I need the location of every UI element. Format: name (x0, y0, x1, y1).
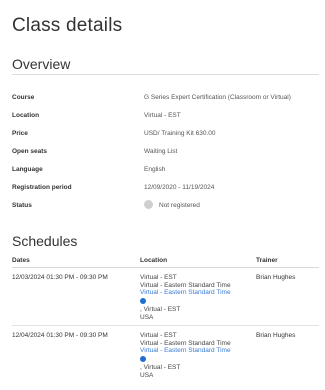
table-header-divider (12, 267, 319, 268)
row-divider (12, 325, 319, 326)
location-value: Virtual - EST (144, 112, 181, 119)
status-label: Status (12, 202, 32, 209)
overview-row-course: Course G Series Expert Certification (Cl… (12, 92, 319, 104)
location-line: , Virtual - EST (140, 364, 181, 371)
status-value: Not registered (159, 202, 200, 209)
language-label: Language (12, 166, 43, 173)
trainer-column-header: Trainer (256, 257, 278, 264)
schedule-dates: 12/04/2024 01:30 PM - 09:30 PM (12, 332, 108, 339)
info-icon[interactable] (140, 355, 146, 362)
page-title: Class details (12, 15, 123, 36)
location-link[interactable]: Virtual - Eastern Standard Time (140, 289, 260, 297)
location-line: Virtual - EST (140, 332, 177, 339)
course-label: Course (12, 94, 35, 101)
status-value-wrap: Not registered (144, 200, 200, 212)
overview-row-open-seats: Open seats Waiting List (12, 146, 319, 158)
registration-period-label: Registration period (12, 184, 72, 191)
schedule-trainer: Brian Hughes (256, 332, 296, 339)
location-column-header: Location (140, 257, 168, 264)
schedule-location: Virtual - EST Virtual - Eastern Standard… (140, 332, 260, 379)
location-line: Virtual - Eastern Standard Time (140, 339, 231, 347)
class-details-page: Class details Overview Course G Series E… (12, 14, 319, 379)
location-line: , Virtual - EST (140, 306, 181, 313)
course-value: G Series Expert Certification (Classroom… (144, 94, 291, 101)
status-circle-icon (144, 200, 153, 210)
registration-period-value: 12/09/2020 - 11/19/2024 (144, 184, 215, 191)
open-seats-label: Open seats (12, 148, 48, 155)
overview-row-language: Language English (12, 164, 319, 176)
overview-heading: Overview (12, 56, 71, 72)
location-link[interactable]: Virtual - Eastern Standard Time (140, 347, 260, 355)
info-icon[interactable] (140, 297, 146, 304)
schedule-dates: 12/03/2024 01:30 PM - 09:30 PM (12, 274, 108, 281)
location-line: Virtual - EST (140, 274, 177, 281)
overview-row-price: Price USD/ Training Kit 630.00 (12, 128, 319, 140)
schedule-location: Virtual - EST Virtual - Eastern Standard… (140, 274, 260, 321)
location-label: Location (12, 112, 40, 119)
open-seats-value: Waiting List (144, 148, 178, 155)
location-country: USA (140, 371, 154, 379)
overview-row-location: Location Virtual - EST (12, 110, 319, 122)
overview-row-status: Status Not registered (12, 200, 319, 212)
dates-column-header: Dates (12, 257, 30, 264)
overview-divider (12, 74, 319, 75)
schedule-trainer: Brian Hughes (256, 274, 296, 281)
location-line: Virtual - Eastern Standard Time (140, 281, 231, 289)
location-country: USA (140, 313, 154, 321)
price-value: USD/ Training Kit 630.00 (144, 130, 216, 137)
language-value: English (144, 166, 166, 173)
schedules-heading: Schedules (12, 233, 78, 249)
overview-row-registration-period: Registration period 12/09/2020 - 11/19/2… (12, 182, 319, 194)
price-label: Price (12, 130, 28, 137)
